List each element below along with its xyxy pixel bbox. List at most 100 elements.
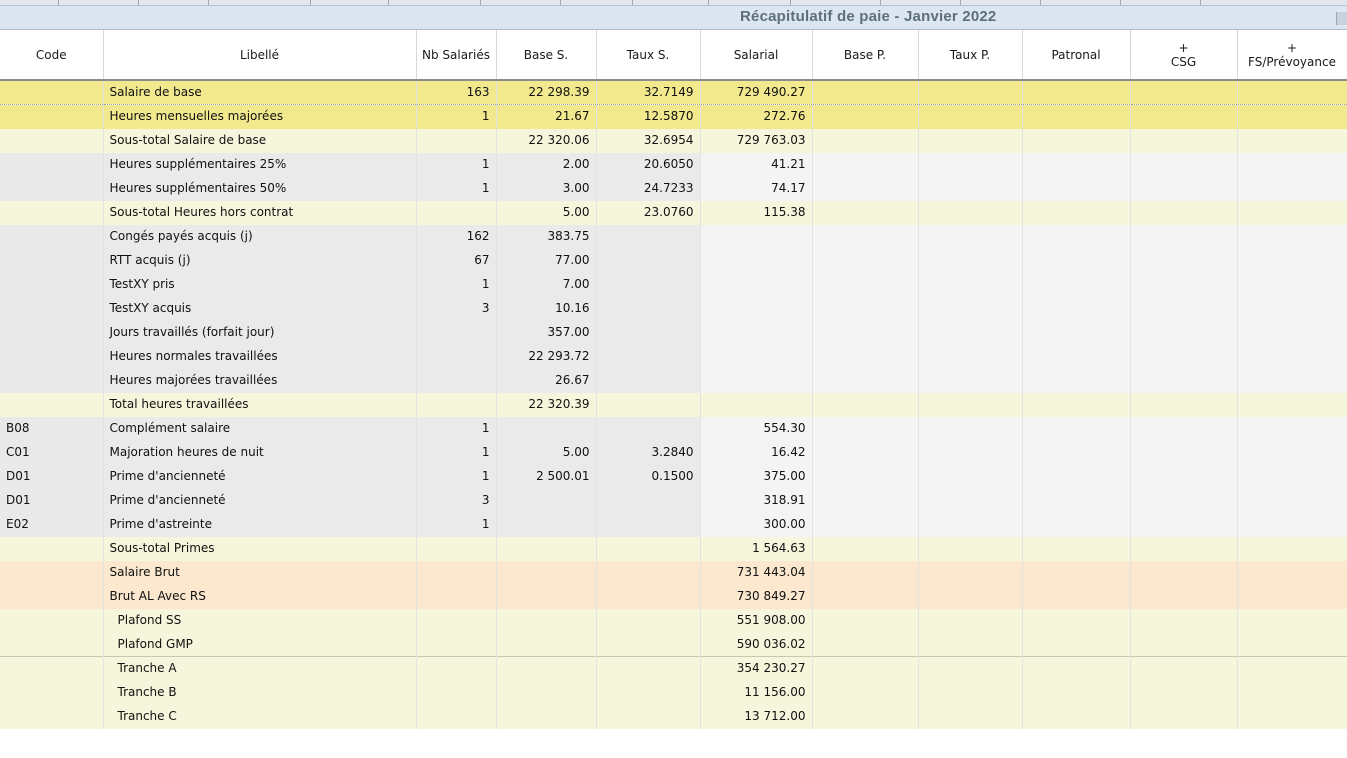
- row-taux-s-cell: 32.7149: [596, 79, 701, 105]
- row-label-cell: Salaire de base: [103, 79, 417, 105]
- table-row[interactable]: Brut AL Avec RS 730 849.27: [0, 584, 1347, 609]
- row-salarial-cell: [700, 224, 813, 249]
- table-row[interactable]: C01 Majoration heures de nuit 1 5.00 3.2840 1…: [0, 440, 1347, 465]
- row-label-cell: Sous-total Salaire de base: [103, 128, 417, 153]
- table-row[interactable]: Plafond GMP 590 036.02: [0, 632, 1347, 657]
- row-taux-s-cell: [596, 224, 701, 249]
- col-header-patronal[interactable]: Patronal: [1022, 30, 1131, 81]
- row-taux-p-cell: [918, 224, 1023, 249]
- row-patronal-cell: [1022, 224, 1131, 249]
- col-header-libelle[interactable]: Libellé: [103, 30, 417, 81]
- row-fs-prevoyance-cell: [1237, 488, 1347, 513]
- row-taux-p-cell: [918, 104, 1023, 129]
- col-header-salarial[interactable]: Salarial: [700, 30, 813, 81]
- table-row[interactable]: Tranche C 13 712.00: [0, 704, 1347, 729]
- panel-edge-button[interactable]: [1336, 12, 1347, 25]
- col-header-fs-prevoyance[interactable]: + FS/Prévoyance: [1237, 30, 1347, 81]
- row-fs-prevoyance-cell: [1237, 296, 1347, 321]
- row-csg-cell: [1130, 416, 1238, 441]
- table-row[interactable]: Sous-total Heures hors contrat 5.00 23.076…: [0, 200, 1347, 225]
- row-csg-cell: [1130, 224, 1238, 249]
- row-salarial-cell: 730 849.27: [700, 584, 813, 609]
- row-code-cell: D01: [0, 488, 104, 513]
- col-header-taux-p[interactable]: Taux P.: [918, 30, 1023, 81]
- row-label-cell: Congés payés acquis (j): [103, 224, 417, 249]
- row-code-cell: [0, 200, 104, 225]
- row-base-p-cell: [812, 320, 919, 345]
- row-salarial-cell: 318.91: [700, 488, 813, 513]
- row-patronal-cell: [1022, 488, 1131, 513]
- row-fs-prevoyance-cell: [1237, 464, 1347, 489]
- table-row[interactable]: Salaire de base 163 22 298.39 32.7149 729 49…: [0, 79, 1347, 105]
- row-nb-salaries-cell: [416, 584, 497, 609]
- row-csg-cell: [1130, 704, 1238, 729]
- row-label-cell: RTT acquis (j): [103, 248, 417, 273]
- table-row[interactable]: D01 Prime d'ancienneté 3 318.91: [0, 488, 1347, 513]
- table-row[interactable]: Sous-total Salaire de base 22 320.06 32.69…: [0, 128, 1347, 153]
- row-base-s-cell: 22 320.06: [496, 128, 597, 153]
- row-taux-s-cell: 3.2840: [596, 440, 701, 465]
- table-row[interactable]: Salaire Brut 731 443.04: [0, 560, 1347, 585]
- table-row[interactable]: Heures supplémentaires 25% 1 2.00 20.6050 41…: [0, 152, 1347, 177]
- row-salarial-cell: [700, 248, 813, 273]
- row-taux-p-cell: [918, 368, 1023, 393]
- table-row[interactable]: Heures supplémentaires 50% 1 3.00 24.7233 74…: [0, 176, 1347, 201]
- row-base-s-cell: [496, 584, 597, 609]
- row-label-cell: Prime d'ancienneté: [103, 488, 417, 513]
- row-fs-prevoyance-cell: [1237, 152, 1347, 177]
- row-base-p-cell: [812, 368, 919, 393]
- col-header-code[interactable]: Code: [0, 30, 104, 81]
- row-patronal-cell: [1022, 560, 1131, 585]
- row-salarial-cell: 11 156.00: [700, 680, 813, 705]
- table-row[interactable]: TestXY pris 1 7.00: [0, 272, 1347, 297]
- table-row[interactable]: Congés payés acquis (j) 162 383.75: [0, 224, 1347, 249]
- row-code-cell: [0, 584, 104, 609]
- row-code-cell: [0, 224, 104, 249]
- table-row[interactable]: Total heures travaillées 22 320.39: [0, 392, 1347, 417]
- row-patronal-cell: [1022, 200, 1131, 225]
- col-header-base-s[interactable]: Base S.: [496, 30, 597, 81]
- row-base-p-cell: [812, 200, 919, 225]
- row-base-s-cell: 21.67: [496, 104, 597, 129]
- row-taux-p-cell: [918, 344, 1023, 369]
- table-row[interactable]: Plafond SS 551 908.00: [0, 608, 1347, 633]
- table-row[interactable]: B08 Complément salaire 1 554.30: [0, 416, 1347, 441]
- row-nb-salaries-cell: 162: [416, 224, 497, 249]
- table-row[interactable]: Tranche B 11 156.00: [0, 680, 1347, 705]
- row-salarial-cell: 115.38: [700, 200, 813, 225]
- table-row[interactable]: Heures mensuelles majorées 1 21.67 12.5870 2…: [0, 104, 1347, 129]
- table-row[interactable]: Tranche A 354 230.27: [0, 656, 1347, 681]
- row-label-cell: Majoration heures de nuit: [103, 440, 417, 465]
- table-row[interactable]: Jours travaillés (forfait jour) 357.00: [0, 320, 1347, 345]
- col-header-nb-salaries[interactable]: Nb Salariés: [416, 30, 497, 81]
- col-header-taux-s[interactable]: Taux S.: [596, 30, 701, 81]
- row-nb-salaries-cell: 3: [416, 488, 497, 513]
- row-patronal-cell: [1022, 296, 1131, 321]
- row-base-s-cell: 2 500.01: [496, 464, 597, 489]
- row-patronal-cell: [1022, 79, 1131, 105]
- col-header-base-p[interactable]: Base P.: [812, 30, 919, 81]
- table-row[interactable]: Sous-total Primes 1 564.63: [0, 536, 1347, 561]
- row-taux-p-cell: [918, 248, 1023, 273]
- table-row[interactable]: Heures majorées travaillées 26.67: [0, 368, 1347, 393]
- row-salarial-cell: 375.00: [700, 464, 813, 489]
- table-row[interactable]: RTT acquis (j) 67 77.00: [0, 248, 1347, 273]
- row-csg-cell: [1130, 320, 1238, 345]
- row-fs-prevoyance-cell: [1237, 248, 1347, 273]
- row-base-s-cell: 77.00: [496, 248, 597, 273]
- col-header-csg[interactable]: + CSG: [1130, 30, 1238, 81]
- row-fs-prevoyance-cell: [1237, 608, 1347, 633]
- table-row[interactable]: Heures normales travaillées 22 293.72: [0, 344, 1347, 369]
- report-title-bar: Récapitulatif de paie - Janvier 2022: [0, 6, 1347, 30]
- table-row[interactable]: D01 Prime d'ancienneté 1 2 500.01 0.1500 375.…: [0, 464, 1347, 489]
- row-salarial-cell: 74.17: [700, 176, 813, 201]
- row-base-s-cell: 357.00: [496, 320, 597, 345]
- row-label-cell: Complément salaire: [103, 416, 417, 441]
- table-row[interactable]: TestXY acquis 3 10.16: [0, 296, 1347, 321]
- row-label-cell: Salaire Brut: [103, 560, 417, 585]
- row-patronal-cell: [1022, 512, 1131, 537]
- row-base-s-cell: [496, 680, 597, 705]
- table-row[interactable]: E02 Prime d'astreinte 1 300.00: [0, 512, 1347, 537]
- row-patronal-cell: [1022, 632, 1131, 657]
- row-csg-cell: [1130, 584, 1238, 609]
